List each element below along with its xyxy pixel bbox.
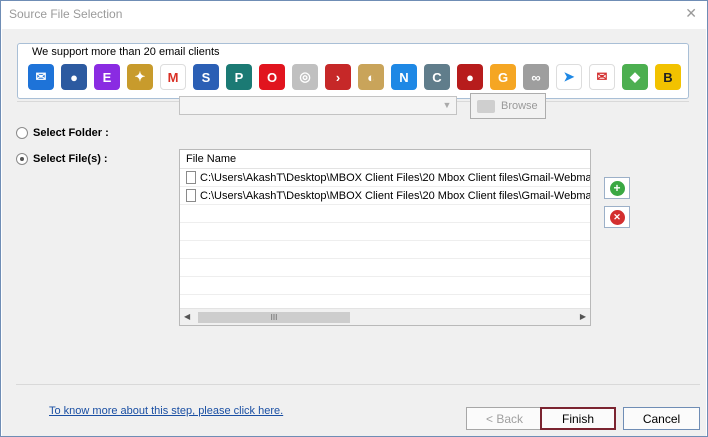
remove-file-button[interactable]: ✕ [604,206,630,228]
empty-row [180,241,590,259]
source-file-selection-dialog: Source File Selection ✕ We support more … [0,0,708,437]
evolution-icon: ◆ [622,64,648,90]
thunderbird-icon: ● [61,64,87,90]
cyrus-icon: ● [457,64,483,90]
scroll-thumb[interactable]: III [198,312,350,323]
plus-icon: + [609,180,625,196]
table-row[interactable]: C:\Users\AkashT\Desktop\MBOX Client File… [180,169,590,187]
select-files-label: Select File(s) : [33,153,108,165]
cancel-button[interactable]: Cancel [623,407,700,430]
window-title: Source File Selection [9,7,123,21]
mailspring-icon: ◎ [292,64,318,90]
select-folder-option[interactable]: Select Folder : [16,127,109,139]
opera-mail-icon: O [259,64,285,90]
netscape-icon: N [391,64,417,90]
the-bat-icon: B [655,64,681,90]
browse-button[interactable]: Browse [470,93,546,119]
add-file-button[interactable]: + [604,177,630,199]
file-icon [186,171,196,184]
horizontal-scrollbar[interactable]: ◀ III ▶ [180,308,590,325]
folder-path-combo[interactable]: ▼ [179,96,457,115]
spicebird-icon: › [325,64,351,90]
postbox-icon: P [226,64,252,90]
file-icon [186,189,196,202]
file-path: C:\Users\AkashT\Desktop\MBOX Client File… [200,189,590,202]
select-files-option[interactable]: Select File(s) : [16,153,108,165]
chevron-down-icon[interactable]: ▼ [440,99,454,112]
claws-mail-icon: C [424,64,450,90]
select-folder-radio[interactable] [16,127,28,139]
spark-icon: ➤ [556,64,582,90]
help-link[interactable]: To know more about this step, please cli… [49,405,283,417]
table-row[interactable]: C:\Users\AkashT\Desktop\MBOX Client File… [180,187,590,205]
folder-icon [477,99,495,113]
sylpheed-icon: ◐ [358,64,384,90]
scroll-left-icon[interactable]: ◀ [184,312,190,321]
finish-button[interactable]: Finish [540,407,616,430]
mail-envelope-icon: ✉ [589,64,615,90]
mutt-icon: ∞ [523,64,549,90]
outlook-mail-icon: ✉ [28,64,54,90]
remove-icon: ✕ [609,209,625,225]
select-folder-label: Select Folder : [33,127,109,139]
footer-divider [16,384,700,385]
eudora-icon: E [94,64,120,90]
browse-label: Browse [501,100,538,112]
column-header-file-name[interactable]: File Name [180,150,590,169]
empty-row [180,223,590,241]
supported-clients-panel: We support more than 20 email clients ✉ ●… [17,43,689,99]
seamonkey-icon: S [193,64,219,90]
supported-clients-label: We support more than 20 email clients [32,46,220,58]
close-icon[interactable]: ✕ [685,5,697,22]
empty-row [180,205,590,223]
title-bar: Source File Selection ✕ [1,1,707,29]
gnumail-icon: G [490,64,516,90]
back-button[interactable]: < Back [466,407,543,430]
client-icons-row: ✉ ● E ✦ M S P O ◎ › ◐ N C ● G ∞ ➤ ✉ ◆ B [28,64,681,90]
file-list[interactable]: File Name C:\Users\AkashT\Desktop\MBOX C… [179,149,591,326]
file-path: C:\Users\AkashT\Desktop\MBOX Client File… [200,171,590,184]
pegasus-icon: ✦ [127,64,153,90]
empty-row [180,259,590,277]
scroll-right-icon[interactable]: ▶ [580,312,586,321]
empty-row [180,277,590,295]
select-files-radio[interactable] [16,153,28,165]
gmail-icon: M [160,64,186,90]
